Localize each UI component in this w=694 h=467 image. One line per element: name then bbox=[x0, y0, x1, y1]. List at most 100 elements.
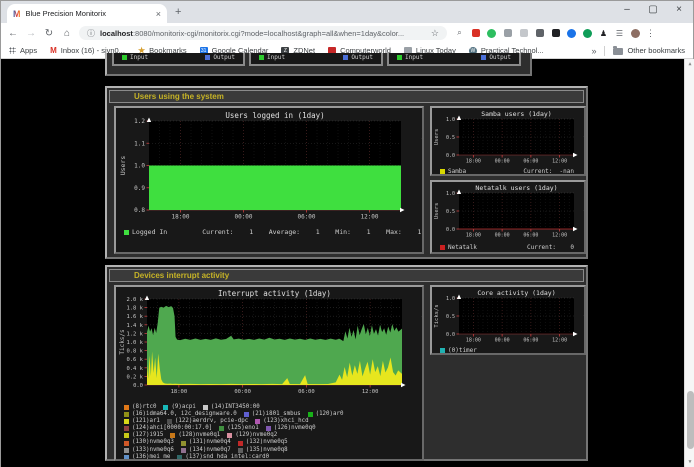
list-ext-icon[interactable]: ☰ bbox=[615, 29, 624, 38]
legend-swatch bbox=[440, 169, 445, 174]
page-info-icon[interactable]: ⓘ bbox=[87, 28, 95, 39]
svg-text:06:00: 06:00 bbox=[523, 338, 538, 343]
bookmark-1[interactable]: Apps bbox=[9, 46, 37, 55]
legend-item: (0)timer bbox=[440, 347, 477, 354]
svg-text:1.2 k: 1.2 k bbox=[126, 331, 143, 337]
minimize-button[interactable]: – bbox=[621, 4, 633, 15]
legend-swatch bbox=[181, 448, 186, 453]
legend-label: (121)ar1 bbox=[132, 418, 160, 425]
svg-text:RRDTOOL / TOBI OETIKER: RRDTOOL / TOBI OETIKER bbox=[421, 123, 424, 165]
chart-legend: Logged InCurrent: 1 Average: 1 Min: 1 Ma… bbox=[116, 229, 422, 236]
chart-interrupt-activity: 0.00.2 k0.4 k0.6 k0.8 k1.0 k1.2 k1.4 k1.… bbox=[116, 287, 422, 461]
tab-monitorix[interactable]: M Blue Precision Monitorix × bbox=[7, 4, 167, 23]
window-controls: – ▢ × bbox=[621, 4, 685, 15]
netatalk-users-graph[interactable]: 0.00.51.018:0000:0006:0012:00Netatalk us… bbox=[430, 180, 586, 254]
legend-item: Current: 1 Average: 1 Min: 1 Max: 1 bbox=[202, 229, 421, 236]
browser-menu-icon[interactable]: ⋮ bbox=[646, 28, 655, 39]
legend-label: (128)nvme0q1 bbox=[178, 432, 220, 439]
messenger-ext-icon[interactable] bbox=[567, 29, 576, 38]
legend-item: (8)rtc0 bbox=[124, 404, 156, 411]
close-button[interactable]: × bbox=[673, 4, 685, 15]
reload-icon[interactable]: ↻ bbox=[43, 28, 55, 39]
svg-text:Netatalk users (1day): Netatalk users (1day) bbox=[475, 184, 557, 192]
legend-item: Samba bbox=[440, 168, 466, 175]
legend-row: (124)ahci[0000:00:17.0] (125)eno1 (126)nvm… bbox=[124, 425, 422, 432]
svg-text:0.5: 0.5 bbox=[446, 209, 455, 215]
legend-item: Current: -nan bbox=[523, 168, 574, 175]
page-ext-icon[interactable] bbox=[519, 29, 528, 38]
legend-item: (128)nvme0q1 bbox=[170, 432, 220, 439]
topcut-graph-2: Input Output bbox=[249, 53, 383, 66]
core-activity-graph[interactable]: 0.00.51.018:0000:0006:0012:00Core activi… bbox=[430, 285, 586, 355]
dark-ext-icon[interactable] bbox=[551, 29, 560, 38]
scrollbar-thumb[interactable] bbox=[687, 391, 694, 449]
back-icon[interactable]: ← bbox=[7, 28, 19, 39]
mail-ext-icon[interactable] bbox=[471, 29, 480, 38]
chart-core-activity: 0.00.51.018:0000:0006:0012:00Core activi… bbox=[432, 287, 584, 354]
home-icon[interactable]: ⌂ bbox=[61, 28, 73, 39]
copy-ext-icon[interactable] bbox=[503, 29, 512, 38]
browser-toolbar: ← → ↻ ⌂ ⓘ localhost:8080/monitorix-cgi/m… bbox=[1, 23, 693, 43]
search-ext-icon[interactable]: ⌕ bbox=[455, 29, 464, 38]
svg-text:Samba users (1day): Samba users (1day) bbox=[481, 110, 551, 118]
legend-item: (127)i915 bbox=[124, 432, 163, 439]
svg-text:0.8: 0.8 bbox=[134, 207, 145, 214]
users-logged-in-graph[interactable]: 0.80.91.01.11.218:0000:0006:0012:00Users… bbox=[114, 106, 424, 254]
svg-text:18:00: 18:00 bbox=[171, 214, 189, 221]
bookmarks-overflow-icon[interactable]: » bbox=[591, 46, 596, 56]
scroll-up-icon[interactable]: ▲ bbox=[685, 59, 694, 69]
svg-text:12:00: 12:00 bbox=[552, 338, 567, 343]
avatar[interactable] bbox=[631, 29, 640, 38]
legend-item: (125)eno1 bbox=[219, 425, 258, 432]
legend-swatch bbox=[227, 433, 232, 438]
chart-svg: 0.00.51.018:0000:0006:0012:00Samba users… bbox=[432, 108, 586, 163]
bookmark-star-icon[interactable]: ☆ bbox=[431, 28, 439, 39]
glasses-ext-icon[interactable] bbox=[535, 29, 544, 38]
tab-strip: M Blue Precision Monitorix × + – ▢ × bbox=[1, 1, 693, 23]
address-bar[interactable]: ⓘ localhost:8080/monitorix-cgi/monitorix… bbox=[79, 26, 447, 40]
legend-row: (127)i915(128)nvme0q1(129)nvme0q2 bbox=[124, 432, 422, 439]
page-scrollbar[interactable]: ▲ ▼ bbox=[684, 59, 694, 467]
svg-text:18:00: 18:00 bbox=[466, 159, 481, 164]
svg-text:Ticks/s: Ticks/s bbox=[434, 304, 440, 327]
svg-text:0.2 k: 0.2 k bbox=[126, 374, 143, 380]
topcut-graph-3: Input Output bbox=[387, 53, 521, 66]
legend-swatch bbox=[308, 412, 313, 417]
svg-text:1.4 k: 1.4 k bbox=[126, 323, 143, 329]
svg-text:1.0: 1.0 bbox=[446, 296, 455, 302]
legend-label: (124)ahci[0000:00:17.0] bbox=[132, 425, 212, 432]
other-bookmarks-button[interactable]: Other bookmarks bbox=[613, 46, 685, 55]
legend-swatch bbox=[124, 419, 129, 424]
svg-text:RRDTOOL / TOBI OETIKER: RRDTOOL / TOBI OETIKER bbox=[583, 195, 586, 237]
green-ext-icon[interactable] bbox=[583, 29, 592, 38]
interrupt-activity-graph[interactable]: 0.00.2 k0.4 k0.6 k0.8 k1.0 k1.2 k1.4 k1.… bbox=[114, 285, 424, 461]
browser-window: M Blue Precision Monitorix × + – ▢ × ← →… bbox=[0, 0, 694, 467]
legend-item: (126)nvme0q0 bbox=[266, 425, 316, 432]
pawn-ext-icon[interactable]: ♟ bbox=[599, 29, 608, 38]
legend-swatch bbox=[124, 230, 129, 235]
legend-item: (135)nvme0q8 bbox=[238, 447, 288, 454]
svg-text:00:00: 00:00 bbox=[495, 338, 510, 343]
legend-row: Samba Current: -nan bbox=[440, 168, 584, 175]
maximize-button[interactable]: ▢ bbox=[647, 4, 659, 15]
legend-row: (121)ar1(122)aerdrv, pcie-dpc(123)xhci_h… bbox=[124, 418, 422, 425]
svg-text:2.0 k: 2.0 k bbox=[126, 297, 143, 303]
evernote-ext-icon[interactable] bbox=[487, 29, 496, 38]
svg-text:RRDTOOL / TOBI OETIKER: RRDTOOL / TOBI OETIKER bbox=[583, 300, 586, 342]
legend-label: (130)nvme0q3 bbox=[132, 439, 174, 446]
section-title: Users using the system bbox=[134, 92, 224, 101]
tab-close-icon[interactable]: × bbox=[156, 9, 161, 19]
input-legend: Input bbox=[122, 54, 148, 61]
scroll-down-icon[interactable]: ▼ bbox=[685, 457, 694, 467]
topcut-graph-1: Input Output bbox=[112, 53, 245, 66]
svg-text:Users: Users bbox=[119, 156, 127, 176]
svg-text:00:00: 00:00 bbox=[495, 233, 510, 238]
new-tab-button[interactable]: + bbox=[175, 6, 181, 18]
chart-svg: 0.00.2 k0.4 k0.6 k0.8 k1.0 k1.2 k1.4 k1.… bbox=[116, 287, 424, 397]
legend-swatch bbox=[181, 441, 186, 446]
legend-item: (136)mei_me bbox=[124, 454, 170, 461]
samba-users-graph[interactable]: 0.00.51.018:0000:0006:0012:00Samba users… bbox=[430, 106, 586, 176]
forward-icon[interactable]: → bbox=[25, 28, 37, 39]
legend-label: (14)INT3450:00 bbox=[211, 404, 260, 411]
svg-text:18:00: 18:00 bbox=[171, 389, 188, 395]
